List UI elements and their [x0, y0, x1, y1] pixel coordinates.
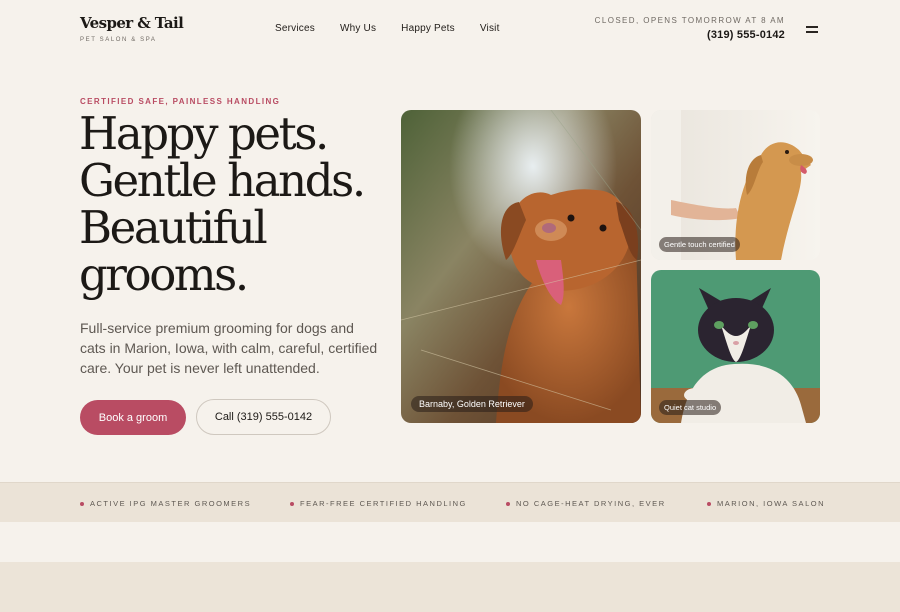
top-right-caption: Gentle touch certified: [659, 237, 740, 252]
trust-item: MARION, IOWA SALON: [707, 499, 825, 508]
bullet-dot-icon: [80, 501, 84, 506]
nav-link-visit[interactable]: Visit: [480, 23, 500, 34]
header-phone-link[interactable]: (319) 555-0142: [595, 29, 785, 41]
cat-photo: Quiet cat studio: [651, 270, 820, 423]
site-header: Vesper & Tail PET SALON & SPA Services W…: [0, 0, 900, 60]
bullet-dot-icon: [707, 501, 711, 506]
trust-item-label: ACTIVE IPG MASTER GROOMERS: [90, 499, 252, 508]
opening-hours-text: CLOSED, OPENS TOMORROW AT 8 AM: [594, 16, 785, 25]
headline-line-1: Happy pets.: [79, 107, 329, 160]
headline-line-4: grooms.: [79, 248, 249, 301]
trust-item-label: MARION, IOWA SALON: [717, 499, 825, 508]
bullet-dot-icon: [506, 501, 510, 506]
nav-link-services[interactable]: Services: [275, 23, 315, 34]
nav-link-happy-pets[interactable]: Happy Pets: [401, 23, 455, 34]
hamburger-menu-icon[interactable]: [806, 24, 818, 34]
dog-illustration: [401, 110, 641, 423]
trust-item: NO CAGE-HEAT DRYING, EVER: [506, 499, 666, 508]
main-photo-caption: Barnaby, Golden Retriever: [411, 396, 533, 412]
brand-logo[interactable]: Vesper & Tail PET SALON & SPA: [80, 14, 184, 43]
call-phone-button[interactable]: Call (319) 555-0142: [196, 399, 331, 435]
brand-tagline: PET SALON & SPA: [80, 37, 157, 43]
bullet-dot-icon: [290, 501, 294, 506]
headline-line-3: Beautiful: [79, 201, 268, 254]
book-groom-button[interactable]: Book a groom: [80, 400, 186, 435]
trust-item: ACTIVE IPG MASTER GROOMERS: [80, 499, 251, 508]
trust-item: FEAR-FREE CERTIFIED HANDLING: [290, 499, 467, 508]
main-nav: Services Why Us Happy Pets Visit: [275, 23, 500, 34]
golden-retriever-photo: Barnaby, Golden Retriever: [401, 110, 641, 423]
hero-headline: Happy pets. Gentle hands. Beautiful groo…: [79, 110, 399, 298]
trust-item-label: FEAR-FREE CERTIFIED HANDLING: [300, 499, 467, 508]
nav-link-why-us[interactable]: Why Us: [340, 23, 376, 34]
next-section-band: [0, 562, 900, 612]
bottom-right-caption: Quiet cat studio: [659, 400, 722, 415]
hero-eyebrow: CERTIFIED SAFE, PAINLESS HANDLING: [80, 97, 281, 106]
brand-name: Vesper & Tail: [80, 14, 184, 32]
hero-description: Full-service premium grooming for dogs a…: [80, 320, 378, 376]
trust-item-label: NO CAGE-HEAT DRYING, EVER: [516, 499, 666, 508]
opening-status: CLOSED, OPENS TOMORROW AT 8 AM (319) 555…: [595, 16, 785, 41]
grooming-photo: Gentle touch certified: [651, 110, 820, 260]
headline-line-2: Gentle hands.: [79, 154, 366, 207]
trust-band: ACTIVE IPG MASTER GROOMERS FEAR-FREE CER…: [0, 482, 900, 522]
